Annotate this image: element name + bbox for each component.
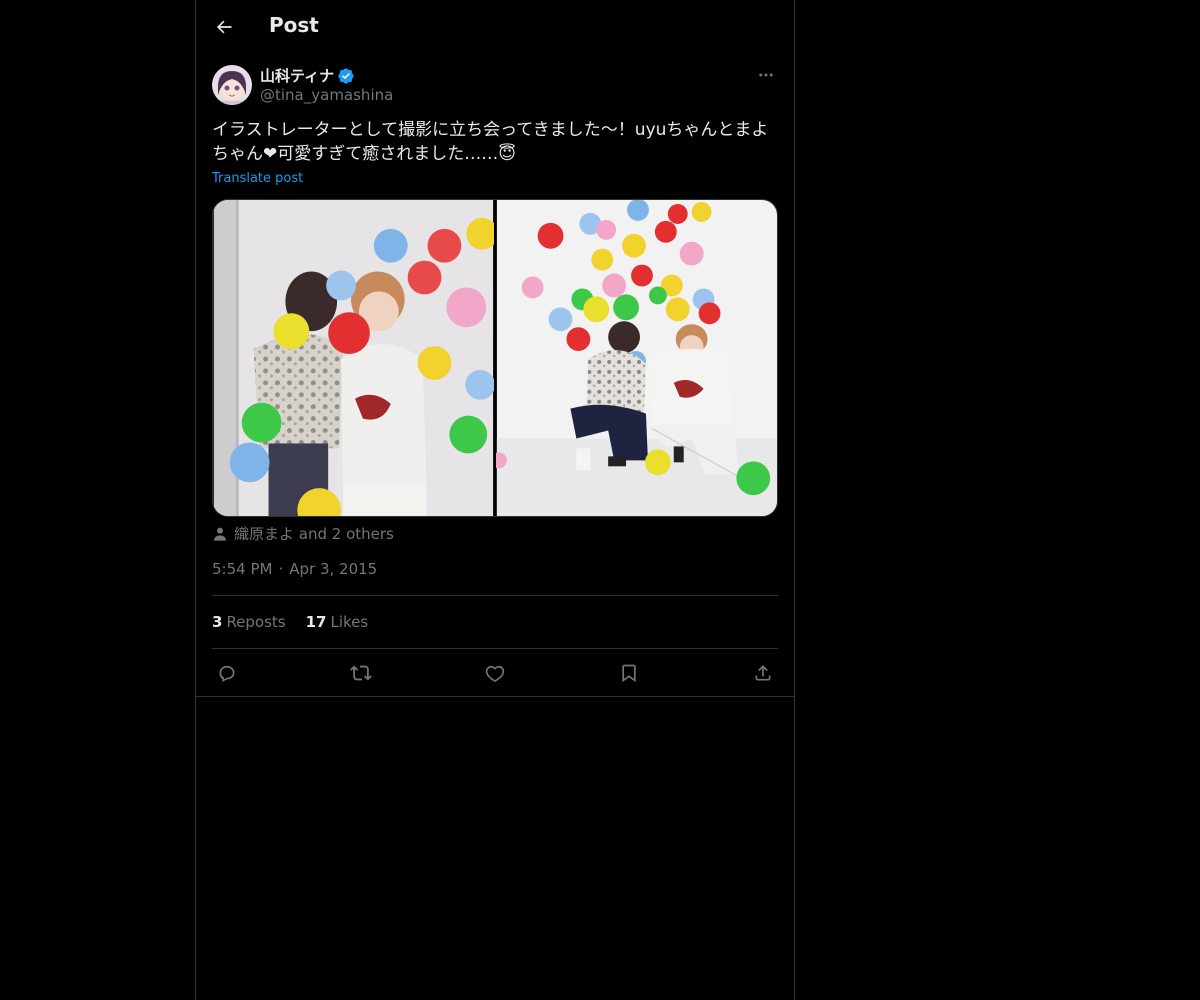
author-display-name[interactable]: 山科ティナ — [260, 65, 355, 86]
bookmark-icon — [622, 664, 636, 683]
post-author: 山科ティナ @tina_yamashina — [212, 65, 778, 109]
heart-icon — [485, 665, 505, 682]
divider — [196, 696, 794, 697]
post-header: Post — [196, 0, 794, 53]
reposts-count: 3 — [212, 613, 223, 631]
post-text-line1: イラストレーターとして撮影に立ち会ってきました〜！uyuちゃんとまよ — [212, 120, 769, 140]
more-options-button[interactable] — [754, 65, 778, 85]
bookmark-button[interactable] — [614, 660, 644, 686]
repost-icon — [350, 665, 372, 681]
main-column: Post 山科ティナ @tina_yamashina イラストレーターとして撮影… — [195, 0, 795, 1000]
post-timestamp[interactable]: 5:54 PM · Apr 3, 2015 — [212, 560, 377, 578]
post-media — [212, 199, 778, 517]
reposts-stat[interactable]: 3 Reposts — [212, 613, 286, 631]
page-title: Post — [269, 13, 319, 37]
back-button[interactable] — [210, 13, 238, 41]
person-icon — [214, 527, 226, 541]
post-actions — [212, 660, 778, 686]
share-icon — [755, 665, 771, 681]
divider — [212, 648, 778, 649]
post-text-line2: ちゃん❤︎可愛すぎて癒されました…… — [212, 144, 499, 164]
display-name-text: 山科ティナ — [260, 67, 335, 85]
post-stats: 3 Reposts 17 Likes — [212, 613, 388, 631]
likes-label: Likes — [330, 613, 369, 631]
more-horizontal-icon — [759, 73, 773, 77]
arrow-left-icon — [217, 20, 232, 34]
reply-icon — [219, 665, 235, 682]
smiling-halo-emoji-icon: 😇 — [498, 144, 516, 164]
reposts-label: Reposts — [226, 613, 286, 631]
reply-button[interactable] — [212, 660, 242, 686]
media-photo-1[interactable] — [213, 200, 494, 516]
tagged-users[interactable]: 織原まよ and 2 others — [212, 523, 394, 544]
divider — [212, 595, 778, 596]
likes-count: 17 — [305, 613, 327, 631]
likes-stat[interactable]: 17 Likes — [306, 613, 369, 631]
translate-post-link[interactable]: Translate post — [212, 171, 303, 186]
repost-button[interactable] — [346, 660, 376, 686]
post-time: 5:54 PM — [212, 560, 273, 578]
author-handle[interactable]: @tina_yamashina — [260, 86, 393, 104]
tagged-users-text: 織原まよ and 2 others — [234, 525, 394, 543]
avatar[interactable] — [212, 65, 252, 105]
post-text: イラストレーターとして撮影に立ち会ってきました〜！uyuちゃんとまよ ちゃん❤︎… — [212, 118, 778, 166]
media-photo-2[interactable] — [496, 200, 778, 516]
share-button[interactable] — [748, 660, 778, 686]
post-date: Apr 3, 2015 — [289, 560, 378, 578]
verified-badge-icon — [337, 67, 355, 85]
like-button[interactable] — [480, 660, 510, 686]
